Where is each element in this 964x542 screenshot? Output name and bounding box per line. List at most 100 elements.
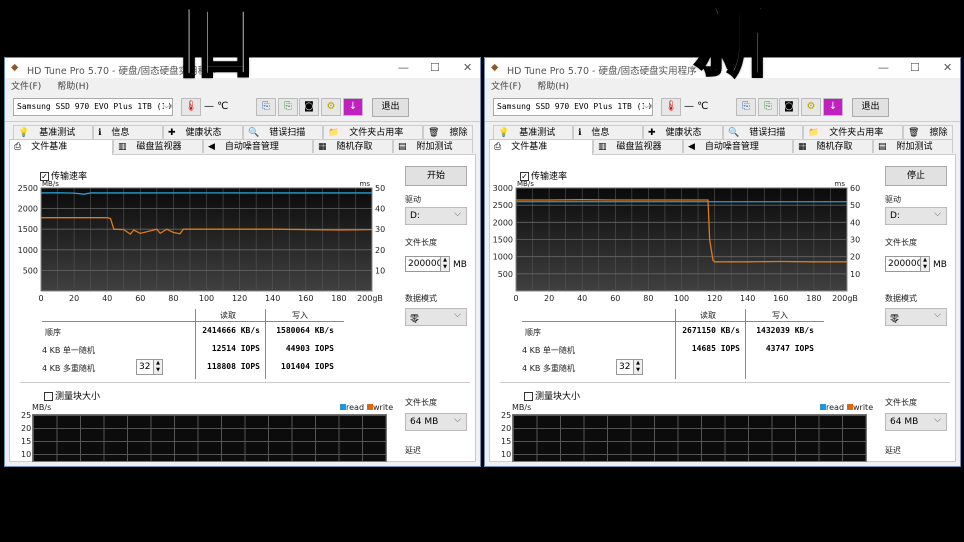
tab-row1-2[interactable]: ✚ 健康状态: [163, 125, 243, 139]
tab-label: 文件夹占用率: [349, 128, 404, 138]
tab-row2-1[interactable]: ▥ 磁盘监视器: [113, 139, 203, 153]
minimize-button[interactable]: —: [398, 61, 409, 74]
tab-row1-1[interactable]: ℹ 信息: [93, 125, 163, 139]
drive-dropdown[interactable]: D:: [405, 207, 467, 225]
tab-row2-2[interactable]: ◀ 自动噪音管理: [683, 139, 793, 153]
block-size-checkbox[interactable]: 测量块大小: [524, 389, 580, 402]
write-value: 44903 IOPS: [285, 344, 334, 353]
copy-info-icon[interactable]: ⎘: [736, 98, 756, 116]
drive-dropdown[interactable]: D:: [885, 207, 947, 225]
row-label: 顺序: [45, 328, 61, 337]
y2-tick-label: 40: [375, 205, 385, 214]
block-file-length-value: 64 MB: [890, 417, 919, 427]
legend-read: read: [820, 403, 844, 412]
screenshot-icon[interactable]: ◙: [779, 98, 799, 116]
file-length-input[interactable]: 200000 ▲ ▼: [405, 256, 450, 272]
tab-icon: ▦: [798, 142, 807, 152]
y2-tick-label: 30: [375, 225, 385, 234]
thermometer-icon: 🌡: [181, 98, 201, 116]
copy-info-icon[interactable]: ⎘: [256, 98, 276, 116]
data-mode-dropdown[interactable]: 零: [885, 308, 947, 326]
queue-depth-input[interactable]: 32 ▲ ▼: [136, 359, 163, 375]
tab-row2-0[interactable]: ⎙ 文件基准: [9, 139, 113, 155]
tab-row2-3[interactable]: ▦ 随机存取: [793, 139, 873, 153]
y-tick-label: 1500: [18, 225, 38, 234]
menu-file[interactable]: 文件(F): [491, 82, 521, 92]
screenshot-icon[interactable]: ◙: [299, 98, 319, 116]
drive-select[interactable]: Samsung SSD 970 EVO Plus 1TB (1000 ⌵: [13, 98, 173, 116]
tab-row1-4[interactable]: 📁 文件夹占用率: [803, 125, 903, 139]
maximize-button[interactable]: ☐: [910, 61, 920, 74]
spinner-arrows-icon[interactable]: ▲ ▼: [920, 257, 929, 271]
start-stop-button[interactable]: 开始: [405, 166, 467, 186]
menu-help[interactable]: 帮助(H): [537, 82, 569, 92]
spinner-arrows-icon[interactable]: ▲ ▼: [153, 360, 162, 374]
toolbar: Samsung SSD 970 EVO Plus 1TB (1000 ⌵ 🌡 — …: [485, 93, 960, 122]
drive-value: D:: [410, 211, 420, 221]
menu-file[interactable]: 文件(F): [11, 82, 41, 92]
exit-button[interactable]: 退出: [372, 98, 409, 117]
y2-tick-label: 10: [850, 270, 860, 279]
y-tick-label: 1500: [493, 236, 513, 245]
delay-label: 延迟: [405, 446, 421, 455]
tab-row1-5[interactable]: 🗑 擦除: [423, 125, 473, 139]
tab-row1-3[interactable]: 🔍 错误扫描: [723, 125, 803, 139]
x-tick-label: 180: [331, 294, 346, 303]
tab-row1-4[interactable]: 📁 文件夹占用率: [323, 125, 423, 139]
menu-help[interactable]: 帮助(H): [57, 82, 89, 92]
tab-row2-3[interactable]: ▦ 随机存取: [313, 139, 393, 153]
block-file-length-dropdown[interactable]: 64 MB: [885, 413, 947, 431]
spinner-arrows-icon[interactable]: ▲ ▼: [440, 257, 449, 271]
tab-icon: ✚: [168, 128, 176, 138]
tab-row2-4[interactable]: ▤ 附加测试: [393, 139, 473, 153]
block-size-checkbox[interactable]: 测量块大小: [44, 389, 100, 402]
old-label: 旧: [175, 0, 256, 88]
drive-select[interactable]: Samsung SSD 970 EVO Plus 1TB (1000 ⌵: [493, 98, 653, 116]
tab-row1-2[interactable]: ✚ 健康状态: [643, 125, 723, 139]
x-tick-label: 0: [38, 294, 43, 303]
copy-results-icon[interactable]: ⎘: [278, 98, 298, 116]
options-icon[interactable]: ⚙: [321, 98, 341, 116]
save-down-icon[interactable]: ↓: [343, 98, 363, 116]
block-ytick: 20: [21, 424, 32, 433]
close-button[interactable]: ✕: [943, 61, 952, 74]
y-tick-label: 500: [498, 270, 513, 279]
tab-icon: 🔍: [728, 128, 740, 138]
options-icon[interactable]: ⚙: [801, 98, 821, 116]
spinner-arrows-icon[interactable]: ▲ ▼: [633, 360, 642, 374]
row-label: 4 KB 多重随机: [42, 364, 95, 373]
tab-row1-5[interactable]: 🗑 擦除: [903, 125, 953, 139]
data-mode-label: 数据模式: [405, 294, 437, 303]
tab-label: 信息: [591, 128, 610, 138]
save-down-icon[interactable]: ↓: [823, 98, 843, 116]
minimize-button[interactable]: —: [878, 61, 889, 74]
tab-row1-0[interactable]: 💡 基准测试: [13, 125, 93, 139]
exit-button[interactable]: 退出: [852, 98, 889, 117]
x-tick-label: 200gB: [357, 294, 383, 303]
queue-depth-input[interactable]: 32 ▲ ▼: [616, 359, 643, 375]
tab-label: 磁盘监视器: [136, 142, 182, 152]
block-file-length-dropdown[interactable]: 64 MB: [405, 413, 467, 431]
tab-row1-1[interactable]: ℹ 信息: [573, 125, 643, 139]
tab-row2-0[interactable]: ⎙ 文件基准: [489, 139, 593, 155]
tab-row2-4[interactable]: ▤ 附加测试: [873, 139, 953, 153]
transfer-rate-chart: 2500 50 2000 40 1500 30 1000 20 500 10 MB/s ms 0 20 40…: [18, 180, 386, 303]
checkbox-unchecked-icon: [524, 392, 533, 401]
tab-row2-2[interactable]: ◀ 自动噪音管理: [203, 139, 313, 153]
tab-label: 基准测试: [39, 128, 76, 138]
start-stop-button[interactable]: 停止: [885, 166, 947, 186]
tab-row1-0[interactable]: 💡 基准测试: [493, 125, 573, 139]
y2-tick-label: 50: [850, 201, 860, 210]
copy-results-icon[interactable]: ⎘: [758, 98, 778, 116]
tab-row2-1[interactable]: ▥ 磁盘监视器: [593, 139, 683, 153]
tab-icon: ◀: [688, 142, 695, 152]
data-mode-value: 零: [890, 315, 900, 325]
tab-icon: ▥: [118, 142, 127, 152]
maximize-button[interactable]: ☐: [430, 61, 440, 74]
file-length-input[interactable]: 200000 ▲ ▼: [885, 256, 930, 272]
close-button[interactable]: ✕: [463, 61, 472, 74]
tab-row1-3[interactable]: 🔍 错误扫描: [243, 125, 323, 139]
data-mode-dropdown[interactable]: 零: [405, 308, 467, 326]
row-label: 4 KB 单一随机: [522, 346, 575, 355]
x-tick-label: 20: [544, 294, 554, 303]
